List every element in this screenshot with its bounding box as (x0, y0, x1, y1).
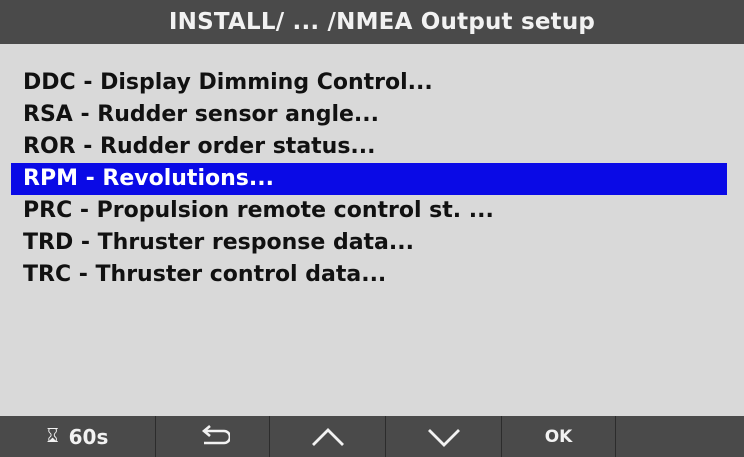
down-softkey[interactable] (386, 416, 502, 457)
menu-item-ddc[interactable]: DDC - Display Dimming Control... (0, 67, 744, 99)
hourglass-icon: ⌛︎ (46, 425, 59, 447)
page-title: INSTALL/ ... /NMEA Output setup (168, 9, 596, 35)
softkey-bar: ⌛︎ 60s OK (0, 416, 744, 457)
back-arrow-icon (196, 424, 230, 449)
menu-item-rsa[interactable]: RSA - Rudder sensor angle... (0, 99, 744, 131)
timeout-label: 60s (68, 424, 109, 449)
menu-item-rpm-selected[interactable]: RPM - Revolutions... (11, 163, 727, 195)
menu-item-trd[interactable]: TRD - Thruster response data... (0, 227, 744, 259)
ok-softkey[interactable]: OK (502, 416, 616, 457)
chevron-up-icon (310, 426, 346, 448)
sentence-menu-list: DDC - Display Dimming Control... RSA - R… (0, 67, 744, 291)
chevron-down-icon (426, 426, 462, 448)
blank-softkey[interactable] (616, 416, 744, 457)
menu-item-ror[interactable]: ROR - Rudder order status... (0, 131, 744, 163)
menu-item-trc[interactable]: TRC - Thruster control data... (0, 259, 744, 291)
ok-label: OK (544, 426, 573, 447)
up-softkey[interactable] (270, 416, 386, 457)
back-softkey[interactable] (156, 416, 270, 457)
menu-item-prc[interactable]: PRC - Propulsion remote control st. ... (0, 195, 744, 227)
title-bar: INSTALL/ ... /NMEA Output setup (0, 0, 744, 44)
timeout-softkey[interactable]: ⌛︎ 60s (0, 416, 156, 457)
nmea-output-setup-screen: INSTALL/ ... /NMEA Output setup DDC - Di… (0, 0, 744, 457)
